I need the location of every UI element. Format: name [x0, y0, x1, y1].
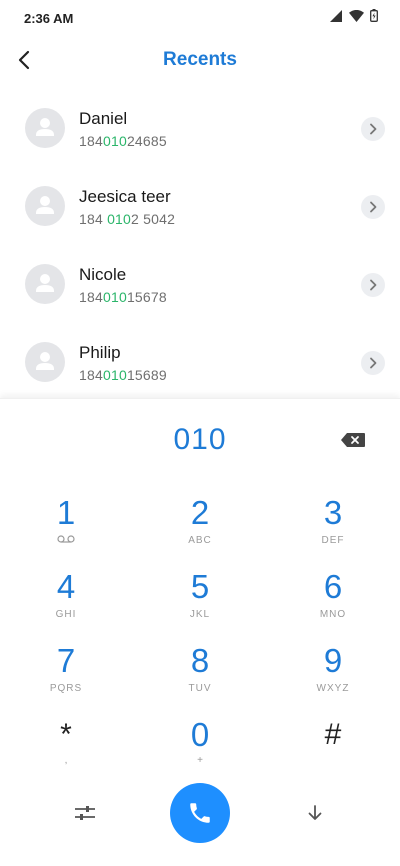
key-0[interactable]: 0 + [150, 717, 250, 781]
status-icons [330, 9, 378, 22]
key-digit: 6 [323, 568, 343, 605]
key-9[interactable]: 9 WXYZ [283, 643, 383, 707]
chevron-right-icon [370, 123, 377, 135]
key-letters: WXYZ [316, 683, 350, 694]
key-digit: 7 [56, 642, 76, 679]
key-hash[interactable]: # [283, 717, 383, 781]
contact-name: Nicole [79, 265, 127, 284]
person-placeholder-icon [36, 196, 54, 214]
key-letters: MNO [319, 609, 347, 620]
contact-detail-button[interactable] [361, 117, 385, 141]
contact-name: Daniel [79, 109, 128, 128]
contact-number: 18401024685 [79, 133, 167, 149]
chevron-right-icon [370, 279, 377, 291]
key-letters: TUV [188, 683, 212, 694]
key-letters: DEF [321, 535, 345, 546]
avatar [25, 186, 65, 226]
chevron-right-icon [370, 357, 377, 369]
key-star[interactable]: * , [16, 717, 116, 781]
contact-detail-button[interactable] [361, 351, 385, 375]
voicemail-indicator [16, 535, 116, 547]
person-placeholder-icon [36, 118, 54, 136]
backspace-icon [341, 433, 365, 447]
number-match-highlight: 010 [107, 211, 132, 227]
key-letters: ABC [188, 535, 212, 546]
key-letters: JKL [189, 609, 211, 620]
arrow-down-icon [308, 805, 322, 820]
contact-detail-button[interactable] [361, 195, 385, 219]
key-6[interactable]: 6 MNO [283, 569, 383, 633]
contact-detail-button[interactable] [361, 273, 385, 297]
key-4[interactable]: 4 GHI [16, 569, 116, 633]
page-title: Recents [163, 49, 237, 70]
avatar [25, 108, 65, 148]
app-header: Recents [0, 36, 400, 86]
key-digit: * [60, 718, 72, 751]
recents-list: Daniel 18401024685 Jeesica teer 184 0102… [0, 92, 400, 404]
collapse-dialpad-button[interactable] [302, 800, 328, 826]
contact-number: 184 0102 5042 [79, 211, 176, 227]
key-digit: 3 [323, 494, 343, 531]
wifi-icon [349, 9, 364, 22]
key-digit: # [324, 718, 342, 751]
person-placeholder-icon [36, 352, 54, 370]
avatar [25, 342, 65, 382]
battery-charging-icon [370, 9, 378, 22]
cellular-signal-icon [330, 9, 342, 22]
key-1[interactable]: 1 [16, 495, 116, 559]
key-8[interactable]: 8 TUV [150, 643, 250, 707]
key-digit: 2 [190, 494, 210, 531]
backspace-button[interactable] [340, 432, 366, 448]
number-match-highlight: 010 [102, 367, 127, 383]
contact-number: 18401015689 [79, 367, 167, 383]
key-3[interactable]: 3 DEF [283, 495, 383, 559]
key-digit: 1 [56, 494, 76, 531]
key-digit: 9 [323, 642, 343, 679]
dialer-bottom-bar [0, 783, 400, 843]
key-letters: + [197, 755, 203, 766]
contact-row[interactable]: Philip 18401015689 [0, 326, 400, 404]
key-letters: PQRS [49, 683, 83, 694]
key-digit: 4 [56, 568, 76, 605]
key-letters: GHI [55, 609, 77, 620]
number-match-highlight: 010 [102, 133, 127, 149]
number-match-highlight: 010 [102, 289, 127, 305]
contact-row[interactable]: Nicole 18401015678 [0, 248, 400, 326]
contact-number: 18401015678 [79, 289, 167, 305]
contact-name: Philip [79, 343, 121, 362]
chevron-right-icon [370, 201, 377, 213]
status-time: 2:36 AM [24, 11, 74, 26]
contact-row[interactable]: Jeesica teer 184 0102 5042 [0, 170, 400, 248]
key-letters: , [64, 755, 68, 766]
key-digit: 8 [190, 642, 210, 679]
settings-sliders-icon [75, 806, 95, 820]
contact-name: Jeesica teer [79, 187, 171, 206]
person-placeholder-icon [36, 274, 54, 292]
voicemail-icon [57, 535, 75, 543]
key-digit: 0 [190, 716, 210, 753]
dialpad-panel: 010 1 2 ABC 3 DEF 4 GHI 5 JKL 6 MNO 7 PQ… [0, 398, 400, 866]
key-2[interactable]: 2 ABC [150, 495, 250, 559]
call-button[interactable] [170, 783, 230, 843]
contact-row[interactable]: Daniel 18401024685 [0, 92, 400, 170]
key-5[interactable]: 5 JKL [150, 569, 250, 633]
phone-icon [190, 803, 210, 823]
avatar [25, 264, 65, 304]
key-digit: 5 [190, 568, 210, 605]
key-7[interactable]: 7 PQRS [16, 643, 116, 707]
status-bar: 2:36 AM [0, 0, 400, 36]
dialer-settings-button[interactable] [72, 800, 98, 826]
